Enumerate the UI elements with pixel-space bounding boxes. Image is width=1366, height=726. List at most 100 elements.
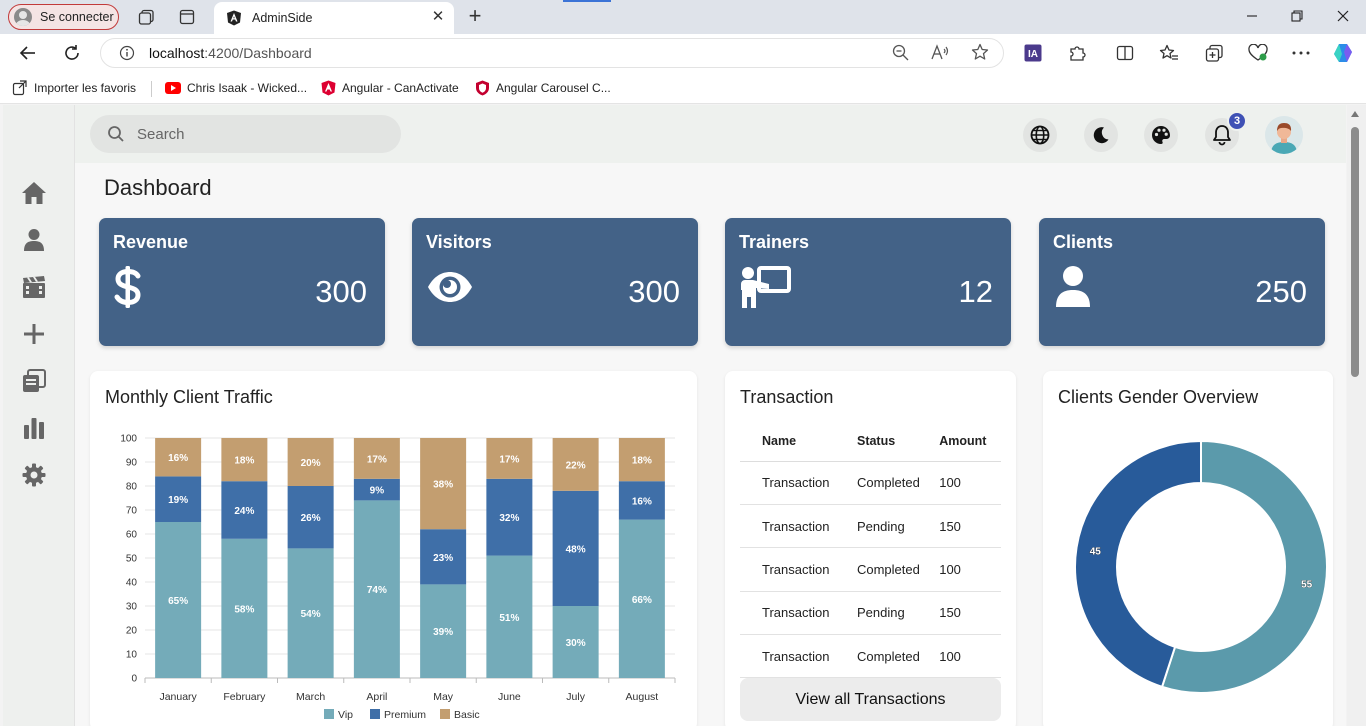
bar-data-label: 38% xyxy=(433,480,453,491)
sidebar-add-icon[interactable] xyxy=(21,321,47,347)
bookmark-youtube[interactable]: Chris Isaak - Wicked... xyxy=(165,80,307,96)
view-all-transactions-button[interactable]: View all Transactions xyxy=(740,678,1001,721)
table-row[interactable]: Transaction Completed 100 xyxy=(740,634,1001,679)
more-options-icon[interactable] xyxy=(1290,42,1312,64)
shield-icon xyxy=(474,80,490,96)
gender-panel: Clients Gender Overview 55 45 xyxy=(1043,371,1333,726)
sidebar-media-icon[interactable] xyxy=(21,274,47,300)
bar-data-label: 39% xyxy=(433,627,453,638)
browser-tab-bar: Se connecter AdminSide ✕ + xyxy=(0,0,1366,34)
minimize-icon[interactable] xyxy=(1238,5,1266,27)
user-avatar[interactable] xyxy=(1265,116,1303,154)
split-screen-icon[interactable] xyxy=(1114,42,1136,64)
x-tick-label: February xyxy=(223,691,266,703)
sidebar-stats-icon[interactable] xyxy=(21,415,47,441)
bar-data-label: 18% xyxy=(632,456,652,467)
bookmarks-bar: Importer les favoris Chris Isaak - Wicke… xyxy=(0,72,1366,104)
sidebar-user-icon[interactable] xyxy=(21,227,47,253)
dark-mode-moon-icon[interactable] xyxy=(1084,118,1118,152)
bookmark-separator xyxy=(151,81,152,97)
eye-icon xyxy=(426,264,478,310)
close-window-icon[interactable] xyxy=(1329,5,1357,27)
refresh-icon[interactable] xyxy=(61,42,83,64)
bar-data-label: 48% xyxy=(566,544,586,555)
y-tick-label: 80 xyxy=(126,482,138,493)
tab-title: AdminSide xyxy=(252,11,313,25)
back-icon[interactable] xyxy=(17,42,39,64)
legend-swatch xyxy=(324,709,334,719)
favorites-icon[interactable] xyxy=(1158,42,1180,64)
cell-name: Transaction xyxy=(740,461,857,505)
stat-card-trainers: Trainers 12 xyxy=(725,218,1011,346)
search-input[interactable] xyxy=(137,125,377,143)
stat-value: 300 xyxy=(315,274,367,309)
x-tick-label: July xyxy=(566,691,585,703)
x-tick-label: January xyxy=(159,691,197,703)
stat-label: Revenue xyxy=(113,232,189,252)
bar-data-label: 22% xyxy=(566,460,586,471)
language-globe-icon[interactable] xyxy=(1023,118,1057,152)
scrollbar-thumb[interactable] xyxy=(1351,127,1359,377)
tab-actions-icon[interactable] xyxy=(177,7,197,27)
bar-data-label: 24% xyxy=(234,506,254,517)
table-row[interactable]: Transaction Pending 150 xyxy=(740,504,1001,549)
x-tick-label: April xyxy=(366,691,387,703)
site-info-icon[interactable] xyxy=(119,45,135,61)
stat-card-visitors: Visitors 300 xyxy=(412,218,698,346)
cell-amount: 100 xyxy=(939,461,1001,505)
legend-label: Premium xyxy=(384,709,426,721)
bar-data-label: 54% xyxy=(301,609,321,620)
zoom-out-icon[interactable] xyxy=(890,42,910,62)
table-header-row: Name Status Amount xyxy=(740,421,1001,462)
column-header: Amount xyxy=(939,421,1001,462)
bookmark-angular-carousel[interactable]: Angular Carousel C... xyxy=(474,80,611,96)
sidebar-settings-icon[interactable] xyxy=(21,462,47,488)
cell-name: Transaction xyxy=(740,547,857,592)
stat-card-revenue: Revenue 300 xyxy=(99,218,385,346)
cell-name: Transaction xyxy=(740,634,857,679)
read-aloud-icon[interactable] xyxy=(930,42,950,62)
sidebar-library-icon[interactable] xyxy=(21,368,47,394)
scroll-up-icon[interactable] xyxy=(1351,111,1359,117)
browser-address-bar: localhost:4200/Dashboard IA xyxy=(0,34,1366,72)
bookmark-import[interactable]: Importer les favoris xyxy=(12,80,136,96)
copilot-icon[interactable] xyxy=(1332,42,1354,64)
profile-button[interactable]: Se connecter xyxy=(8,4,119,30)
sidebar-home-icon[interactable] xyxy=(21,180,47,206)
y-tick-label: 50 xyxy=(126,554,138,565)
legend-swatch xyxy=(440,709,450,719)
table-row[interactable]: Transaction Pending 150 xyxy=(740,591,1001,636)
slice-data-label: 55 xyxy=(1301,580,1313,591)
restore-icon[interactable] xyxy=(1283,5,1311,27)
browser-essentials-icon[interactable] xyxy=(1247,42,1269,64)
tab-adminside[interactable]: AdminSide ✕ xyxy=(214,2,454,34)
y-tick-label: 0 xyxy=(131,674,137,685)
extensions-puzzle-icon[interactable] xyxy=(1066,42,1088,64)
x-tick-label: May xyxy=(433,691,454,703)
new-tab-icon[interactable]: + xyxy=(464,5,486,27)
trainer-icon xyxy=(739,264,791,310)
theme-palette-icon[interactable] xyxy=(1144,118,1178,152)
bar-data-label: 18% xyxy=(234,456,254,467)
url-field[interactable]: localhost:4200/Dashboard xyxy=(100,38,1004,68)
workspaces-icon[interactable] xyxy=(136,7,156,27)
x-tick-label: March xyxy=(296,691,325,703)
notification-badge: 3 xyxy=(1227,111,1247,131)
favorite-star-icon[interactable] xyxy=(970,42,990,62)
bookmark-angular-canactivate[interactable]: Angular - CanActivate xyxy=(320,80,459,96)
notifications-bell-icon[interactable]: 3 xyxy=(1205,111,1247,152)
transaction-panel: Transaction Name Status Amount Transacti… xyxy=(725,371,1016,726)
y-tick-label: 40 xyxy=(126,578,138,589)
page-title: Dashboard xyxy=(104,175,212,200)
table-row[interactable]: Transaction Completed 100 xyxy=(740,547,1001,592)
collections-icon[interactable] xyxy=(1203,42,1225,64)
table-row[interactable]: Transaction Completed 100 xyxy=(740,461,1001,505)
page-scrollbar[interactable] xyxy=(1347,105,1366,726)
search-icon xyxy=(108,126,124,142)
y-tick-label: 30 xyxy=(126,602,138,613)
dollar-icon xyxy=(113,264,165,310)
top-bar: 3 xyxy=(75,105,1346,163)
ia-extension-icon[interactable]: IA xyxy=(1022,42,1044,64)
url-text: localhost:4200/Dashboard xyxy=(149,45,312,61)
close-tab-icon[interactable]: ✕ xyxy=(430,9,446,25)
